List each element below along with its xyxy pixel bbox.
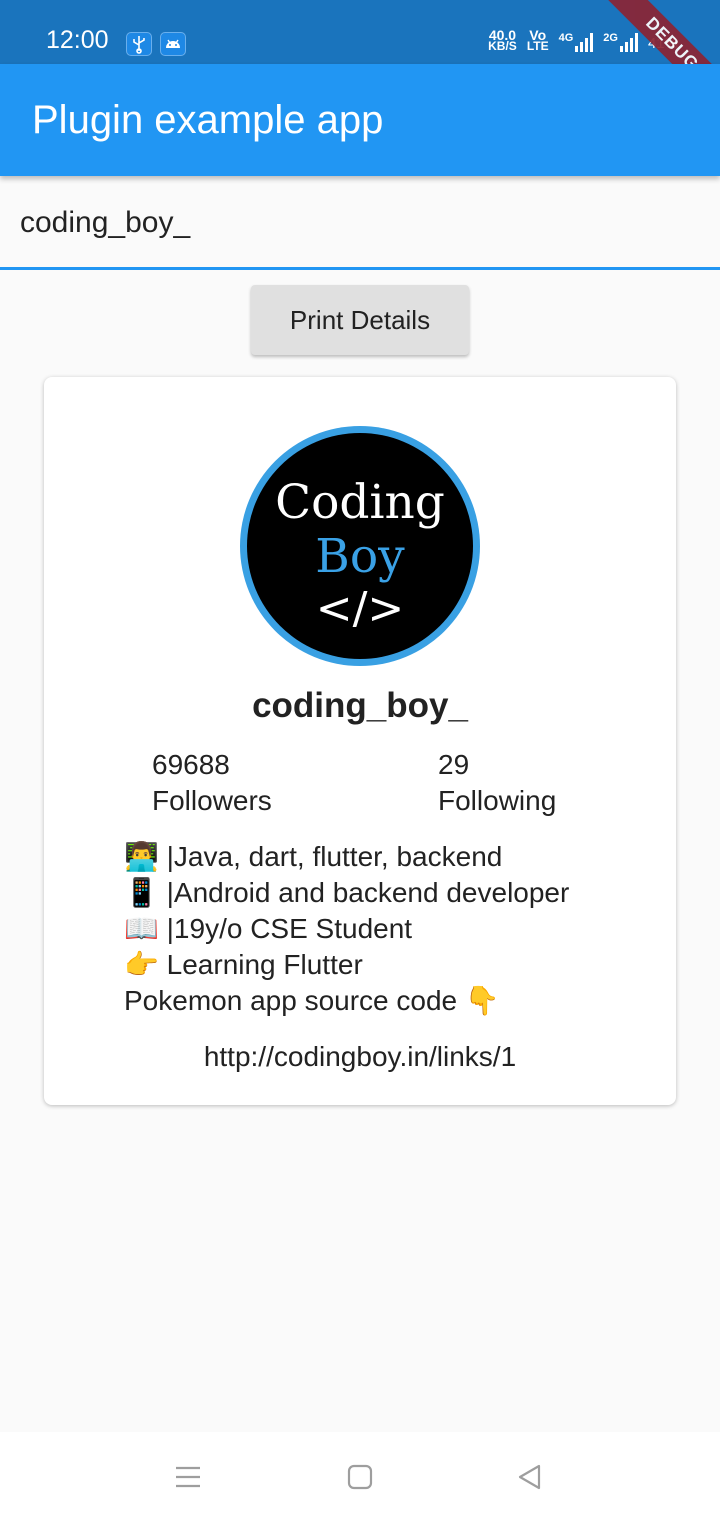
signal-2g: 2G [603, 32, 638, 52]
back-icon[interactable] [515, 1462, 545, 1492]
volte-indicator: Vo LTE [526, 28, 549, 53]
page-title: Plugin example app [32, 98, 384, 142]
bio-line: 👉 Learning Flutter [124, 947, 569, 983]
book-emoji: 📖 [124, 912, 159, 945]
code-icon: </> [315, 583, 405, 634]
net-4g-label: 4G [558, 32, 574, 44]
logo-text-boy: Boy [315, 529, 405, 584]
following-stat: 29 Following [438, 747, 556, 819]
bio-line: 📖 |19y/o CSE Student [124, 911, 569, 947]
profile-username: coding_boy_ [252, 686, 468, 725]
bio-line: Pokemon app source code 👇 [124, 983, 569, 1019]
avatar-logo: Coding Boy </> [247, 433, 473, 659]
signal-4g: 4G [559, 32, 594, 52]
signal-icon [619, 32, 638, 52]
bio-text: |Java, dart, flutter, backend [158, 841, 503, 872]
home-icon[interactable] [345, 1462, 375, 1492]
technologist-emoji: 👨‍💻 [124, 840, 159, 873]
username-input[interactable]: coding_boy_ [0, 176, 720, 270]
logo-text-coding: Coding [275, 475, 445, 530]
bio-text: |Android and backend developer [158, 877, 570, 908]
followers-stat: 69688 Followers [152, 747, 272, 819]
profile-card: Coding Boy </> coding_boy_ 69688 Followe… [44, 377, 676, 1105]
status-bar: 12:00 40.0 KB/S Vo LTE 4G 2G 41% [0, 0, 720, 64]
system-nav-bar [0, 1432, 720, 1520]
bio-line: 👨‍💻 |Java, dart, flutter, backend [124, 839, 569, 875]
menu-icon[interactable] [173, 1462, 203, 1492]
pointing-right-emoji: 👉 [124, 948, 159, 981]
following-label: Following [438, 785, 557, 816]
network-speed: 40.0 KB/S [488, 28, 517, 53]
avatar: Coding Boy </> [240, 426, 480, 666]
print-details-button[interactable]: Print Details [251, 285, 469, 355]
bio-text: Pokemon app source code [124, 985, 465, 1016]
profile-bio: 👨‍💻 |Java, dart, flutter, backend 📱 |And… [124, 839, 569, 1019]
status-time: 12:00 [46, 26, 109, 54]
volte-bottom: LTE [526, 39, 549, 53]
bio-text: Learning Flutter [158, 949, 363, 980]
followers-count: 69688 [152, 749, 230, 780]
app-bar: Plugin example app [0, 64, 720, 176]
followers-label: Followers [152, 785, 272, 816]
net-2g-label: 2G [603, 32, 618, 44]
following-count: 29 [438, 749, 470, 780]
android-icon [160, 32, 186, 56]
speed-unit: KB/S [488, 39, 517, 53]
phone-emoji: 📱 [124, 876, 159, 909]
pointing-down-emoji: 👇 [464, 984, 500, 1017]
usb-icon [126, 32, 152, 56]
bio-line: 📱 |Android and backend developer [124, 875, 569, 911]
bio-text: |19y/o CSE Student [158, 913, 413, 944]
profile-link[interactable]: http://codingboy.in/links/1 [44, 1041, 676, 1073]
username-input-value[interactable]: coding_boy_ [20, 206, 190, 240]
signal-icon [575, 32, 594, 52]
